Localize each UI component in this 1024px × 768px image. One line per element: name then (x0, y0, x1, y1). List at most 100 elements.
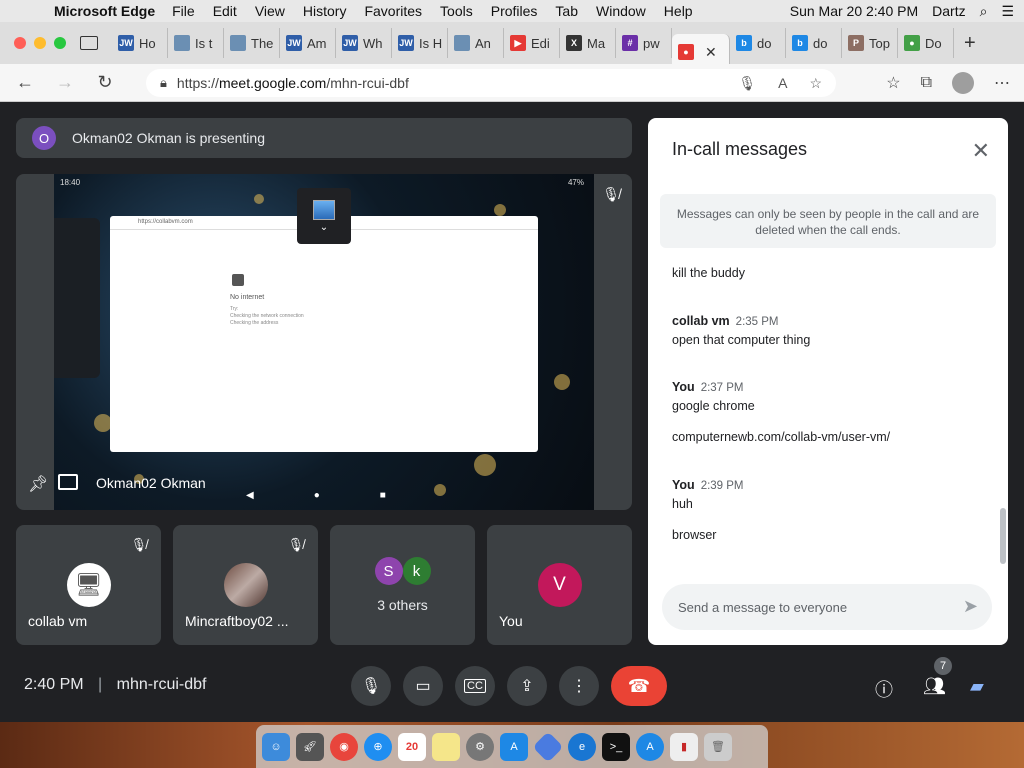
tab-label: pw (643, 35, 660, 51)
self-avatar: V (537, 563, 582, 607)
vscode-icon[interactable] (532, 730, 564, 763)
camera-button[interactable]: ▭ (403, 666, 443, 706)
app-menu[interactable]: Microsoft Edge (54, 3, 155, 19)
chat-icon[interactable]: ▰ (970, 676, 984, 697)
menu-edit[interactable]: Edit (213, 3, 237, 19)
calendar-icon[interactable]: 20 (398, 732, 426, 761)
refresh-icon[interactable]: ↻ (90, 72, 120, 93)
participant-tile-mincraftboy[interactable]: 🎙︎̸ Mincraftboy02 ... (173, 525, 318, 645)
participant-tile-collab-vm[interactable]: 🎙︎̸ 🖥︎ collab vm (16, 525, 161, 645)
menu-file[interactable]: File (172, 3, 195, 19)
menu-history[interactable]: History (303, 3, 347, 19)
edge-icon[interactable]: e (568, 732, 596, 761)
tab-label: do (757, 35, 772, 51)
read-aloud-icon[interactable]: A (778, 75, 787, 92)
phone-side-panel (54, 218, 100, 378)
leave-call-button[interactable]: ☎︎ (611, 666, 667, 706)
minimize-window-icon[interactable] (34, 37, 46, 49)
spotlight-icon[interactable]: ⌕ (980, 3, 988, 20)
menu-view[interactable]: View (255, 3, 285, 19)
menu-tab[interactable]: Tab (555, 3, 578, 19)
message-input[interactable]: Send a message to everyone ➤ (662, 584, 992, 630)
menu-tools[interactable]: Tools (440, 3, 473, 19)
lock-icon[interactable]: 🔒︎ (160, 75, 167, 91)
message-sender: You (672, 478, 695, 492)
notes-icon[interactable] (432, 732, 460, 761)
safari-icon[interactable]: ⊕ (364, 732, 392, 761)
tab-label: Is t (195, 35, 213, 51)
address-bar[interactable]: 🔒︎ https://meet.google.com/mhn-rcui-dbf … (146, 69, 836, 97)
close-window-icon[interactable] (14, 37, 26, 49)
chat-scrollbar[interactable] (1000, 508, 1006, 564)
presenter-name: Okman02 Okman (96, 475, 206, 491)
presenter-avatar: O (32, 126, 56, 150)
browser-tab[interactable]: X Ma (560, 28, 616, 58)
finder-icon[interactable]: ☺ (262, 732, 290, 761)
captions-button[interactable]: CC (455, 666, 495, 706)
close-icon[interactable]: ✕ (972, 138, 990, 164)
participant-tile-others[interactable]: S k 3 others (330, 525, 475, 645)
menu-help[interactable]: Help (664, 3, 693, 19)
tab-favicon: b (736, 35, 752, 51)
browser-tab[interactable]: JW Ho (112, 28, 168, 58)
browser-tab[interactable]: # pw (616, 28, 672, 58)
participant-tile-you[interactable]: V You (487, 525, 632, 645)
terminal-icon[interactable]: >_ (602, 732, 630, 761)
microphone-button[interactable]: 🎙︎ (351, 666, 391, 706)
meeting-info: 2:40 PM | mhn-rcui-dbf (24, 676, 206, 694)
browser-tab[interactable]: JW Is H (392, 28, 448, 58)
control-center-icon[interactable]: ☰ (1001, 3, 1014, 20)
browser-tab[interactable]: P Top (842, 28, 898, 58)
microphone-icon[interactable]: 🎙︎ (738, 75, 756, 92)
menubar-clock[interactable]: Sun Mar 20 2:40 PM (790, 3, 918, 19)
mic-off-icon: 🎙︎̸ (287, 537, 304, 552)
more-menu-icon[interactable]: ⋯ (994, 73, 1010, 93)
trash-icon[interactable]: 🗑︎ (704, 732, 732, 761)
people-icon[interactable]: 👥︎ (923, 676, 946, 697)
usb-drive-icon[interactable]: ▮ (670, 732, 698, 761)
browser-tab[interactable]: The (224, 28, 280, 58)
pin-icon[interactable]: 📌︎ (28, 474, 48, 494)
hang-up-icon: ☎︎ (627, 675, 651, 696)
chevron-down-icon[interactable]: ⌄ (320, 222, 328, 233)
new-tab-button[interactable]: + (964, 32, 976, 55)
app-store-download-icon[interactable]: A (636, 732, 664, 761)
close-tab-icon[interactable]: ✕ (705, 44, 717, 61)
zoom-window-icon[interactable] (54, 37, 66, 49)
tab-favicon: ● (904, 35, 920, 51)
browser-tab[interactable]: JW Wh (336, 28, 392, 58)
info-icon[interactable]: ⓘ (875, 676, 893, 702)
system-preferences-icon[interactable]: ⚙︎ (466, 732, 494, 761)
browser-tab[interactable]: JW Am (280, 28, 336, 58)
menu-favorites[interactable]: Favorites (364, 3, 422, 19)
captions-icon: CC (464, 679, 486, 693)
menu-window[interactable]: Window (596, 3, 646, 19)
main-stage[interactable]: 18:40 47% https://collabvm.com No intern… (16, 174, 632, 510)
chrome-icon[interactable]: ◉ (330, 732, 358, 761)
send-icon[interactable]: ➤ (963, 596, 978, 617)
launchpad-icon[interactable]: 🚀︎ (296, 732, 324, 761)
browser-tab[interactable]: b do (730, 28, 786, 58)
window-switcher[interactable]: ⌄ (297, 188, 351, 244)
present-button[interactable]: ⇪ (507, 666, 547, 706)
menubar-user[interactable]: Dartz (932, 3, 965, 19)
tab-actions-icon[interactable] (80, 36, 98, 50)
forward-icon[interactable]: → (50, 72, 80, 93)
browser-tab[interactable]: Is t (168, 28, 224, 58)
more-options-button[interactable]: ⋮ (559, 666, 599, 706)
app-store-icon[interactable]: A (500, 732, 528, 761)
favorites-icon[interactable]: ☆ (886, 73, 900, 93)
back-icon[interactable]: ← (10, 72, 40, 93)
browser-tab[interactable]: An (448, 28, 504, 58)
browser-tab[interactable]: b do (786, 28, 842, 58)
phone-recents-icon: ■ (379, 490, 386, 501)
browser-tab[interactable]: ● Do (898, 28, 954, 58)
avatar-s: S (374, 557, 403, 585)
message: kill the buddy (672, 266, 745, 280)
profile-avatar[interactable] (952, 72, 974, 94)
menu-profiles[interactable]: Profiles (491, 3, 538, 19)
browser-tab[interactable]: ▶ Edi (504, 28, 560, 58)
message: browser (672, 528, 716, 542)
add-favorite-icon[interactable]: ☆ (809, 75, 822, 92)
collections-icon[interactable]: ⧉ (921, 74, 932, 92)
